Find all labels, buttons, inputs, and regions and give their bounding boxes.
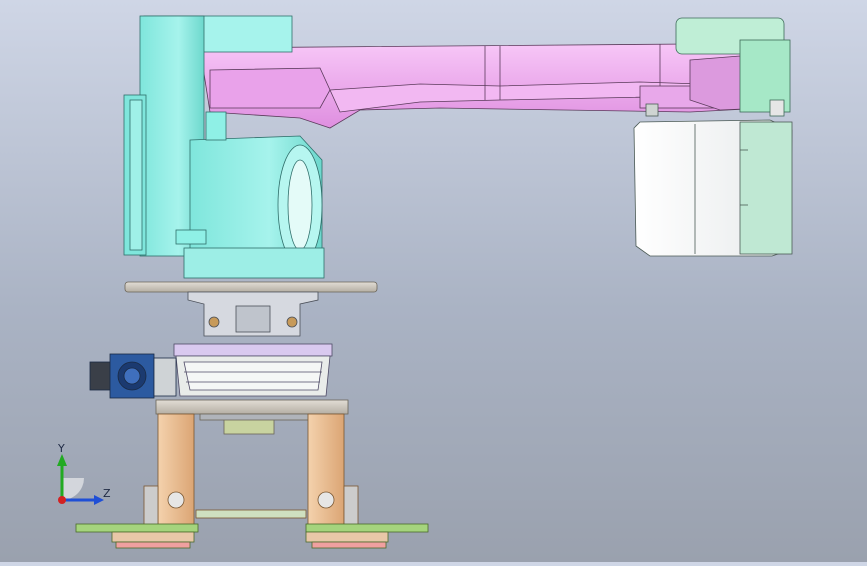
y-axis-label: Y (57, 442, 65, 455)
y-axis-arrowhead (57, 454, 67, 466)
cad-viewport[interactable]: Y Z (0, 0, 867, 562)
orientation-triad: Y Z (57, 442, 111, 505)
rotary-bearing[interactable] (173, 343, 333, 397)
upper-arm[interactable] (199, 43, 766, 129)
end-effector[interactable] (633, 103, 793, 257)
triad-backplane (62, 478, 84, 500)
x-axis-dot (58, 496, 66, 504)
pedestal[interactable] (187, 291, 319, 337)
foot-plates[interactable] (75, 523, 429, 549)
turntable-plate[interactable] (124, 281, 378, 293)
z-axis-label: Z (103, 487, 111, 500)
robot-model-drawing[interactable]: Y Z (0, 0, 867, 562)
base-motor[interactable] (89, 353, 177, 399)
